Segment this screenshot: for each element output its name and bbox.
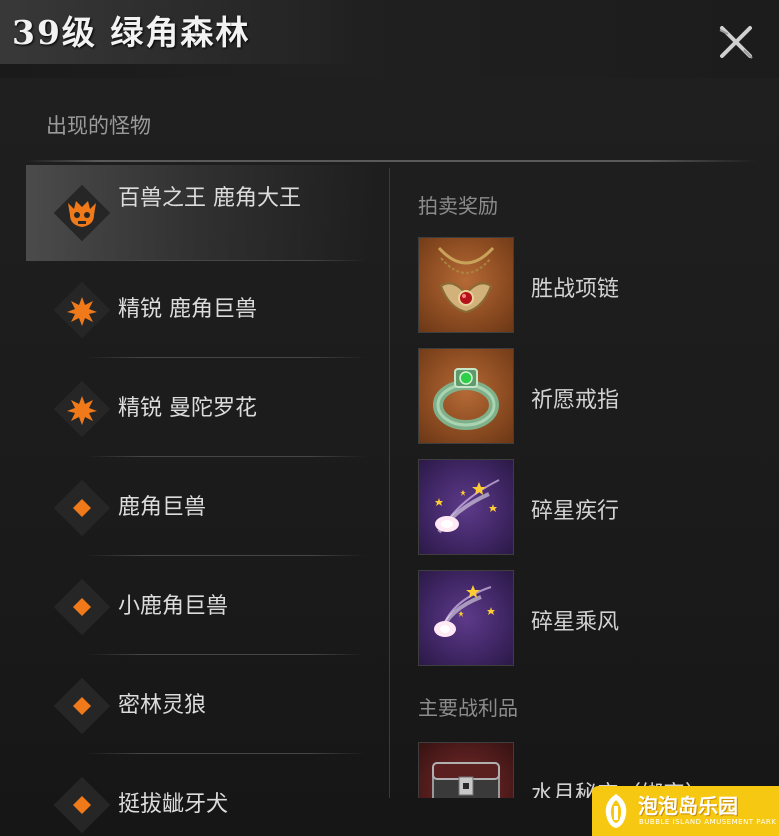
- monster-tier-badge: [53, 380, 111, 438]
- bubble-island-logo-icon: [605, 794, 627, 828]
- reward-icon-frame: [418, 348, 514, 444]
- reward-name: 祈愿戒指: [531, 388, 620, 413]
- monster-tier-badge: [53, 776, 111, 834]
- header-bar: 39级 绿角森林: [0, 0, 779, 78]
- reward-item[interactable]: 祈愿戒指: [418, 348, 758, 446]
- monster-item-normal[interactable]: 挺拔龇牙犬: [26, 757, 376, 836]
- necklace-icon: [437, 246, 495, 314]
- boss-skull-icon: [68, 201, 96, 227]
- monster-name: 百兽之王 鹿角大王: [118, 186, 301, 211]
- normal-diamond-icon: [73, 499, 91, 517]
- auction-rewards-title: 拍卖奖励: [418, 194, 498, 218]
- reward-name: 碎星乘风: [531, 610, 620, 635]
- close-button[interactable]: [714, 20, 758, 64]
- section-divider: [26, 160, 756, 162]
- reward-icon-frame: [418, 570, 514, 666]
- shooting-star-icon: [434, 585, 495, 637]
- monster-name: 鹿角巨兽: [118, 495, 207, 520]
- monster-item-elite[interactable]: 精锐 曼陀罗花: [26, 361, 376, 457]
- reward-item[interactable]: 碎星乘风: [418, 570, 758, 668]
- zone-title: 39级 绿角森林: [12, 13, 251, 52]
- reward-name: 胜战项链: [531, 277, 620, 302]
- watermark-name: 泡泡岛乐园: [638, 794, 738, 818]
- reward-item[interactable]: 胜战项链: [418, 237, 758, 335]
- monster-item-normal[interactable]: 密林灵狼: [26, 658, 376, 754]
- monster-name: 密林灵狼: [118, 693, 207, 718]
- monster-name: 精锐 鹿角巨兽: [118, 297, 257, 322]
- monster-name: 精锐 曼陀罗花: [118, 396, 257, 421]
- main-loot-title: 主要战利品: [418, 696, 518, 720]
- monsters-section-title: 出现的怪物: [46, 114, 151, 138]
- normal-diamond-icon: [73, 697, 91, 715]
- elite-burst-icon: [67, 297, 97, 326]
- elite-burst-icon: [67, 396, 97, 425]
- monster-list[interactable]: 百兽之王 鹿角大王 精锐 鹿角巨兽 精锐 曼陀罗花 鹿角巨兽 小鹿角巨兽 密林灵…: [26, 165, 376, 836]
- column-divider: [389, 168, 390, 798]
- monster-item-elite[interactable]: 精锐 鹿角巨兽: [26, 262, 376, 358]
- normal-diamond-icon: [73, 796, 91, 814]
- monster-item-boss[interactable]: 百兽之王 鹿角大王: [26, 165, 376, 261]
- reward-icon-frame: [418, 742, 514, 798]
- monster-item-normal[interactable]: 鹿角巨兽: [26, 460, 376, 556]
- reward-icon-frame: [418, 459, 514, 555]
- monster-name: 挺拔龇牙犬: [118, 792, 229, 817]
- monster-tier-badge: [53, 677, 111, 735]
- monster-tier-badge: [53, 479, 111, 537]
- normal-diamond-icon: [73, 598, 91, 616]
- close-icon: [719, 26, 753, 59]
- ring-icon: [433, 368, 499, 430]
- monster-info-panel: 39级 绿角森林 出现的怪物 百兽之王 鹿角大王 精锐 鹿角巨兽 精锐 曼陀罗花…: [0, 0, 779, 836]
- monster-tier-badge: [53, 578, 111, 636]
- reward-icon-frame: [418, 237, 514, 333]
- monster-tier-badge: [53, 281, 111, 339]
- reward-item[interactable]: 碎星疾行: [418, 459, 758, 557]
- watermark-subtitle: BUBBLE ISLAND AMUSEMENT PARK: [639, 818, 777, 826]
- treasure-chest-icon: [432, 762, 500, 798]
- shooting-star-icon: [435, 479, 500, 534]
- monster-item-normal[interactable]: 小鹿角巨兽: [26, 559, 376, 655]
- reward-name: 碎星疾行: [531, 499, 620, 524]
- monster-name: 小鹿角巨兽: [118, 594, 229, 619]
- watermark-badge: 泡泡岛乐园 BUBBLE ISLAND AMUSEMENT PARK: [592, 786, 779, 836]
- monster-tier-badge: [53, 184, 111, 242]
